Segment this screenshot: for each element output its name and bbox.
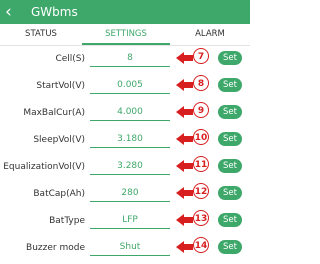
setting-label: EqualizationVol(V)	[3, 162, 85, 172]
red-arrow-icon	[176, 106, 193, 118]
annotation-number-badge: 14	[193, 237, 209, 253]
setting-label: Cell(S)	[55, 54, 85, 64]
setting-value-input[interactable]: 3.180	[90, 132, 170, 146]
set-button[interactable]: Set	[218, 105, 242, 119]
red-arrow-icon	[176, 52, 193, 64]
setting-label: StartVol(V)	[36, 81, 85, 91]
input-underline	[90, 201, 170, 202]
setting-label: Buzzer mode	[26, 243, 85, 253]
app-header: ‹ GWbms	[0, 0, 250, 24]
set-button[interactable]: Set	[218, 132, 242, 146]
set-button[interactable]: Set	[218, 240, 242, 254]
red-arrow-icon	[176, 214, 193, 226]
input-underline	[90, 174, 170, 175]
setting-value-input[interactable]: 0.005	[90, 78, 170, 92]
setting-row-sleep-vol: SleepVol(V) 3.180 10 Set	[0, 129, 250, 156]
annotation-number-badge: 10	[193, 129, 209, 145]
input-underline	[90, 147, 170, 148]
setting-row-bat-cap: BatCap(Ah) 280 12 Set	[0, 183, 250, 210]
input-underline	[90, 66, 170, 67]
input-underline	[90, 255, 170, 256]
set-button[interactable]: Set	[218, 186, 242, 200]
setting-row-bat-type: BatType LFP 13 Set	[0, 210, 250, 237]
active-tab-indicator	[82, 43, 170, 45]
set-button[interactable]: Set	[218, 213, 242, 227]
app-title: GWbms	[31, 5, 78, 19]
setting-value-input[interactable]: 3.280	[90, 159, 170, 173]
red-arrow-icon	[176, 79, 193, 91]
annotation-number-badge: 13	[193, 210, 209, 226]
setting-label: SleepVol(V)	[33, 135, 85, 145]
set-button[interactable]: Set	[218, 159, 242, 173]
setting-value-select[interactable]: LFP	[90, 213, 170, 227]
back-arrow-icon[interactable]: ‹	[5, 2, 12, 22]
annotation-number-badge: 7	[193, 48, 209, 64]
red-arrow-icon	[176, 187, 193, 199]
red-arrow-icon	[176, 133, 193, 145]
annotation-number-badge: 12	[193, 183, 209, 199]
setting-value-select[interactable]: Shut	[90, 240, 170, 254]
annotation-number-badge: 11	[193, 156, 209, 172]
setting-row-equalization-vol: EqualizationVol(V) 3.280 11 Set	[0, 156, 250, 183]
red-arrow-icon	[176, 160, 193, 172]
setting-label: MaxBalCur(A)	[23, 108, 85, 118]
setting-row-max-bal-cur: MaxBalCur(A) 4.000 9 Set	[0, 102, 250, 129]
setting-value-input[interactable]: 4.000	[90, 105, 170, 119]
input-underline	[90, 93, 170, 94]
input-underline	[90, 120, 170, 121]
setting-value-input[interactable]: 280	[90, 186, 170, 200]
set-button[interactable]: Set	[218, 51, 242, 65]
red-arrow-icon	[176, 241, 193, 253]
setting-value-input[interactable]: 8	[90, 51, 170, 65]
annotation-number-badge: 9	[193, 102, 209, 118]
annotation-number-badge: 8	[193, 75, 209, 91]
setting-label: BatCap(Ah)	[33, 189, 85, 199]
tab-status[interactable]: STATUS	[0, 24, 82, 45]
tab-settings[interactable]: SETTINGS	[82, 24, 170, 45]
setting-row-start-vol: StartVol(V) 0.005 8 Set	[0, 75, 250, 102]
tab-alarm[interactable]: ALARM	[170, 24, 250, 45]
setting-label: BatType	[49, 216, 85, 226]
set-button[interactable]: Set	[218, 78, 242, 92]
setting-row-buzzer-mode: Buzzer mode Shut 14 Set	[0, 237, 250, 264]
setting-row-cell: Cell(S) 8 7 Set	[0, 48, 250, 75]
input-underline	[90, 228, 170, 229]
